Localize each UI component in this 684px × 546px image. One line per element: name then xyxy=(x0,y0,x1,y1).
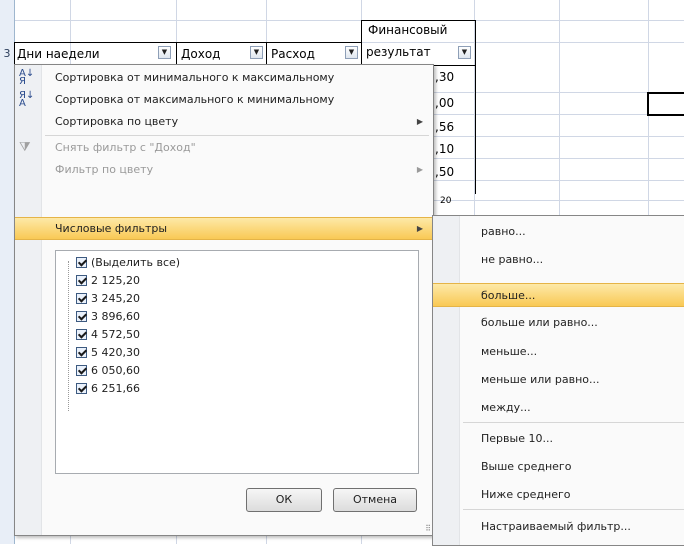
value-label: 6 050,60 xyxy=(91,364,140,377)
checkbox-checked-icon xyxy=(76,293,87,304)
header-days-label: Дни наедели xyxy=(17,47,100,61)
submenu-separator xyxy=(463,422,684,423)
chevron-down-icon: ▼ xyxy=(461,48,468,56)
filter-less-equal-label: меньше или равно... xyxy=(481,373,600,386)
values-checklist[interactable]: (Выделить все) 2 125,20 3 245,20 3 896,6… xyxy=(55,250,419,474)
value-label: 3 245,20 xyxy=(91,292,140,305)
resize-grip-icon[interactable]: ⠿ xyxy=(425,524,431,533)
filter-below-average-label: Ниже среднего xyxy=(481,488,571,501)
value-label: 3 896,60 xyxy=(91,310,140,323)
header-result-line2: результат xyxy=(366,45,431,59)
filter-less-equal-item[interactable]: меньше или равно... xyxy=(433,368,684,392)
header-cell-days[interactable]: Дни наедели xyxy=(14,42,177,66)
custom-filter-item[interactable]: Настраиваемый фильтр... xyxy=(433,515,684,539)
header-income-label: Доход xyxy=(181,47,221,61)
sort-descending-icon: Я↓ А xyxy=(19,90,35,109)
autofilter-dropdown: А↓ Я Сортировка от минимального к максима… xyxy=(14,64,434,536)
clear-filter-item[interactable]: ⧩ Снять фильтр с "Доход" xyxy=(15,137,433,159)
sort-descending-item[interactable]: Я↓ А Сортировка от максимального к минима… xyxy=(15,89,433,111)
submenu-arrow-icon: ▶ xyxy=(416,165,423,174)
filter-dropdown-button[interactable]: ▼ xyxy=(458,46,471,59)
filter-less-item[interactable]: меньше... xyxy=(433,340,684,364)
row-header-column xyxy=(0,0,15,544)
filter-greater-equal-label: больше или равно... xyxy=(481,316,598,329)
filter-between-label: между... xyxy=(481,401,531,414)
header-cell-result[interactable]: Финансовый результат xyxy=(361,20,476,66)
sort-ascending-icon: А↓ Я xyxy=(19,68,35,87)
custom-filter-label: Настраиваемый фильтр... xyxy=(481,520,631,533)
filter-by-color-label: Фильтр по цвету xyxy=(55,163,154,176)
checkbox-checked-icon xyxy=(76,311,87,322)
filter-less-label: меньше... xyxy=(481,345,538,358)
filter-equals-item[interactable]: равно... xyxy=(433,220,684,244)
checkbox-checked-icon xyxy=(76,383,87,394)
filter-top10-label: Первые 10... xyxy=(481,432,553,445)
checkbox-checked-icon xyxy=(76,257,87,268)
filter-top10-item[interactable]: Первые 10... xyxy=(433,427,684,451)
checkbox-checked-icon xyxy=(76,347,87,358)
active-cell-selector[interactable] xyxy=(647,92,684,116)
menu-separator xyxy=(45,135,429,136)
filter-dropdown-button[interactable]: ▼ xyxy=(158,46,171,59)
chevron-down-icon: ▼ xyxy=(348,48,355,56)
chevron-down-icon: ▼ xyxy=(161,48,168,56)
filter-greater-label: больше... xyxy=(481,289,536,302)
filter-equals-label: равно... xyxy=(481,225,526,238)
sort-by-color-label: Сортировка по цвету xyxy=(55,115,179,128)
filter-between-item[interactable]: между... xyxy=(433,396,684,420)
menu-icon-strip xyxy=(15,65,42,535)
submenu-arrow-icon: ▶ xyxy=(416,117,423,126)
row-number[interactable]: 3 xyxy=(0,47,14,60)
filter-above-average-label: Выше среднего xyxy=(481,460,572,473)
filter-below-average-item[interactable]: Ниже среднего xyxy=(433,483,684,507)
sort-descending-label: Сортировка от максимального к минимально… xyxy=(55,93,335,106)
select-all-label: (Выделить все) xyxy=(91,256,181,269)
filter-above-average-item[interactable]: Выше среднего xyxy=(433,455,684,479)
value-label: 5 420,30 xyxy=(91,346,140,359)
filter-dropdown-button[interactable]: ▼ xyxy=(250,46,263,59)
filter-not-equals-item[interactable]: не равно... xyxy=(433,248,684,272)
header-expense-label: Расход xyxy=(271,47,315,61)
result-value[interactable]: 20 xyxy=(440,196,451,206)
filter-funnel-icon: ▼ xyxy=(253,48,260,56)
header-result-line1: Финансовый xyxy=(368,23,448,37)
sort-ascending-label: Сортировка от минимального к максимально… xyxy=(55,71,335,84)
filter-by-color-item[interactable]: Фильтр по цвету ▶ xyxy=(15,159,433,181)
clear-filter-label: Снять фильтр с "Доход" xyxy=(55,141,196,154)
value-label: 6 251,66 xyxy=(91,382,140,395)
value-label: 2 125,20 xyxy=(91,274,140,287)
clear-filter-icon: ⧩ xyxy=(19,140,31,155)
checkbox-checked-icon xyxy=(76,329,87,340)
tree-connector xyxy=(68,261,70,411)
submenu-separator xyxy=(463,509,684,510)
filter-dropdown-button[interactable]: ▼ xyxy=(345,46,358,59)
filter-greater-equal-item[interactable]: больше или равно... xyxy=(433,311,684,335)
grid-line xyxy=(0,20,684,21)
ok-button[interactable]: ОК xyxy=(246,488,322,512)
value-label: 4 572,50 xyxy=(91,328,140,341)
sort-ascending-item[interactable]: А↓ Я Сортировка от минимального к максима… xyxy=(15,67,433,89)
sort-by-color-item[interactable]: Сортировка по цвету ▶ xyxy=(15,111,433,133)
checkbox-checked-icon xyxy=(76,365,87,376)
filter-greater-item[interactable]: больше... xyxy=(433,283,684,307)
number-filters-item[interactable]: Числовые фильтры ▶ xyxy=(15,217,433,240)
number-filters-label: Числовые фильтры xyxy=(55,222,168,235)
checkbox-checked-icon xyxy=(76,275,87,286)
number-filters-submenu: равно... не равно... больше... больше ил… xyxy=(432,215,684,546)
cancel-button[interactable]: Отмена xyxy=(333,488,417,512)
submenu-arrow-icon: ▶ xyxy=(416,224,423,233)
filter-not-equals-label: не равно... xyxy=(481,253,544,266)
